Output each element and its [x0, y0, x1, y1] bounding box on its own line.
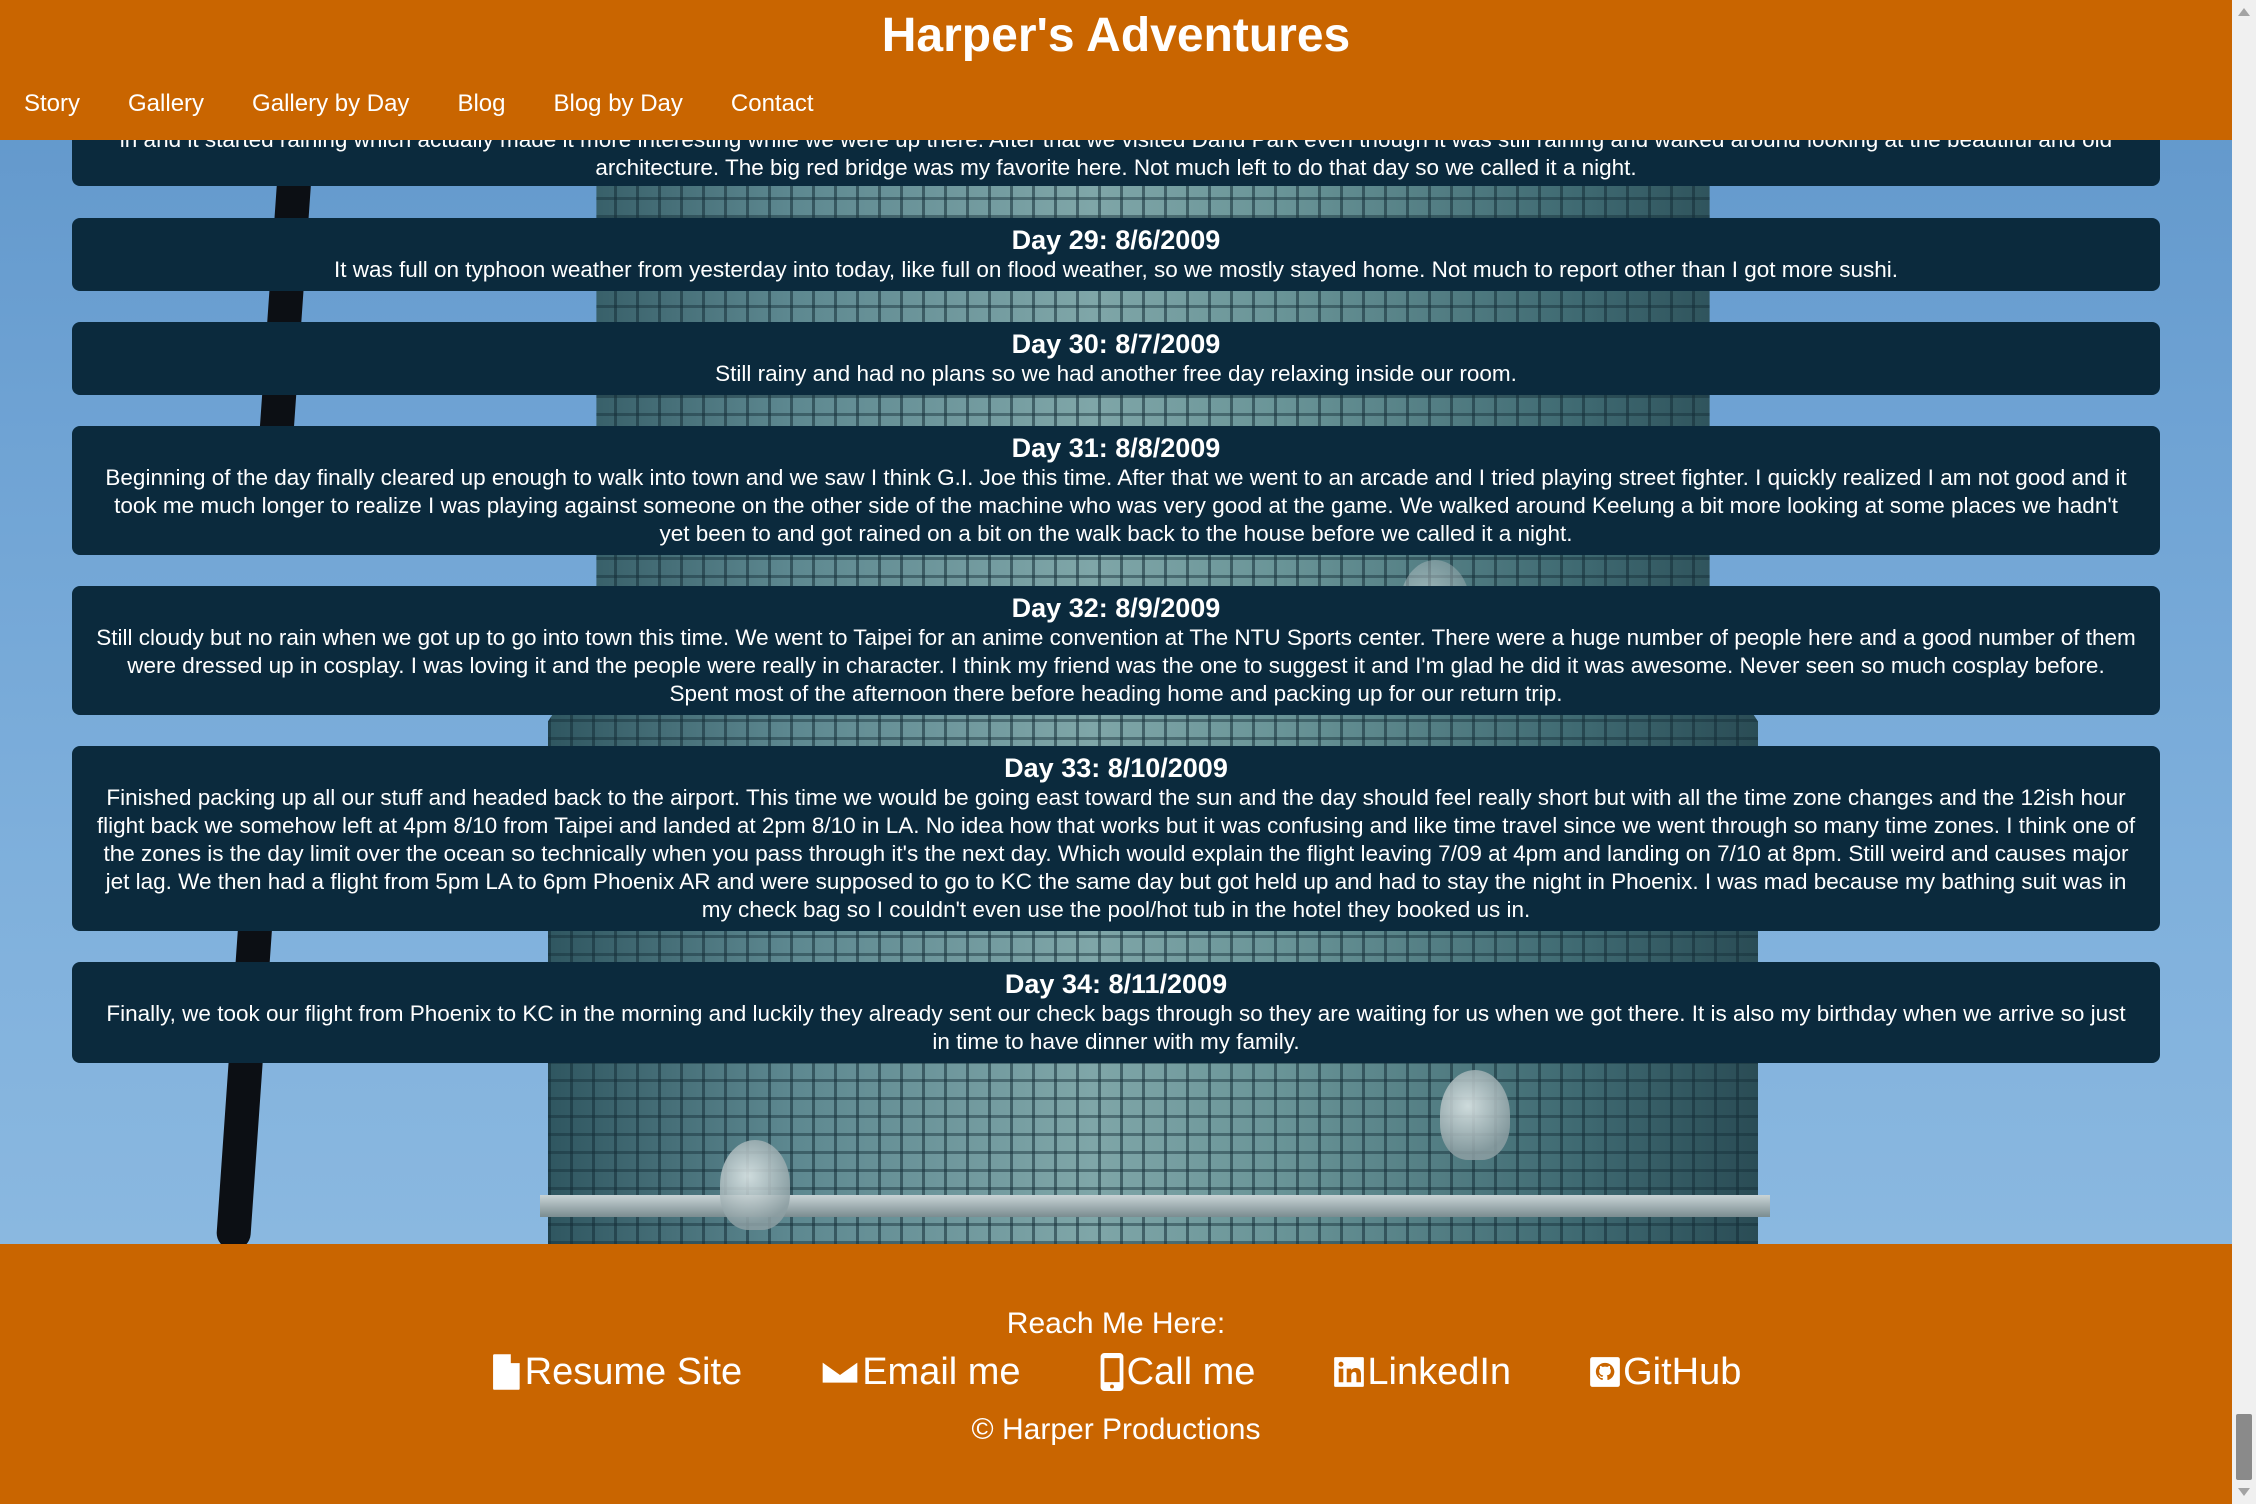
day-text: It was full on typhoon weather from yest…: [333, 257, 1899, 282]
copyright-text: © Harper Productions: [971, 1413, 1261, 1446]
linkedin-link[interactable]: LinkedIn: [1333, 1347, 1511, 1397]
nav-blog[interactable]: Blog: [433, 86, 529, 122]
nav-contact[interactable]: Contact: [707, 86, 838, 122]
mobile-phone-icon: [1100, 1353, 1123, 1391]
scroll-up-arrow-icon[interactable]: [2238, 8, 2250, 16]
call-label: Call me: [1126, 1351, 1256, 1393]
resume-site-link[interactable]: Resume Site: [491, 1347, 743, 1397]
day-card: Day 32: 8/9/2009 Still cloudy but no rai…: [72, 586, 2160, 715]
github-icon: [1590, 1357, 1620, 1387]
linkedin-icon: [1334, 1357, 1365, 1387]
day-card: Day 31: 8/8/2009 Beginning of the day fi…: [72, 426, 2160, 555]
site-title: Harper's Adventures: [881, 9, 1351, 62]
site-footer: Reach Me Here: Resume Site Email me Call…: [0, 1244, 2232, 1504]
day-title: Day 30: 8/7/2009: [1011, 329, 1221, 359]
day-text: Finished packing up all our stuff and he…: [96, 785, 2136, 922]
linkedin-label: LinkedIn: [1367, 1351, 1512, 1393]
scroll-thumb[interactable]: [2236, 1414, 2252, 1480]
scroll-down-arrow-icon[interactable]: [2238, 1488, 2250, 1496]
day-text: Still cloudy but no rain when we got up …: [96, 625, 2136, 706]
day-title: Day 29: 8/6/2009: [1011, 225, 1221, 255]
email-link[interactable]: Email me: [820, 1347, 1021, 1397]
site-header: Harper's Adventures Story Gallery Galler…: [0, 0, 2232, 140]
day-text: Finally, we took our flight from Phoenix…: [106, 1001, 2126, 1054]
day-text: Beginning of the day finally cleared up …: [105, 465, 2127, 546]
nav-blog-by-day[interactable]: Blog by Day: [529, 86, 706, 122]
tower-ornament: [1440, 1070, 1510, 1160]
call-link[interactable]: Call me: [1099, 1347, 1256, 1397]
day-title: Day 33: 8/10/2009: [1004, 753, 1228, 783]
day-card: Day 34: 8/11/2009 Finally, we took our f…: [72, 962, 2160, 1063]
day-text: Still rainy and had no plans so we had a…: [715, 361, 1517, 386]
day-card: Day 29: 8/6/2009 It was full on typhoon …: [72, 218, 2160, 291]
nav-story[interactable]: Story: [0, 86, 104, 122]
envelope-icon: [820, 1358, 861, 1386]
nav-gallery[interactable]: Gallery: [104, 86, 228, 122]
github-link[interactable]: GitHub: [1589, 1347, 1741, 1397]
tower-ornament: [720, 1140, 790, 1230]
cable: [215, 898, 274, 1244]
day-title: Day 31: 8/8/2009: [1011, 433, 1221, 463]
resume-site-label: Resume Site: [524, 1351, 743, 1393]
contact-links: Resume Site Email me Call me LinkedIn Gi…: [0, 1347, 2232, 1397]
day-card: Day 30: 8/7/2009 Still rainy and had no …: [72, 322, 2160, 395]
day-card: Day 33: 8/10/2009 Finished packing up al…: [72, 746, 2160, 931]
day-title: Day 32: 8/9/2009: [1011, 593, 1221, 623]
file-icon: [492, 1354, 520, 1390]
github-label: GitHub: [1623, 1351, 1742, 1393]
email-label: Email me: [862, 1351, 1021, 1393]
main-nav: Story Gallery Gallery by Day Blog Blog b…: [0, 86, 838, 122]
page-scrollbar[interactable]: [2232, 0, 2256, 1504]
nav-gallery-by-day[interactable]: Gallery by Day: [228, 86, 433, 122]
reach-me-label: Reach Me Here:: [1006, 1307, 1226, 1340]
day-title: Day 34: 8/11/2009: [1004, 969, 1228, 999]
